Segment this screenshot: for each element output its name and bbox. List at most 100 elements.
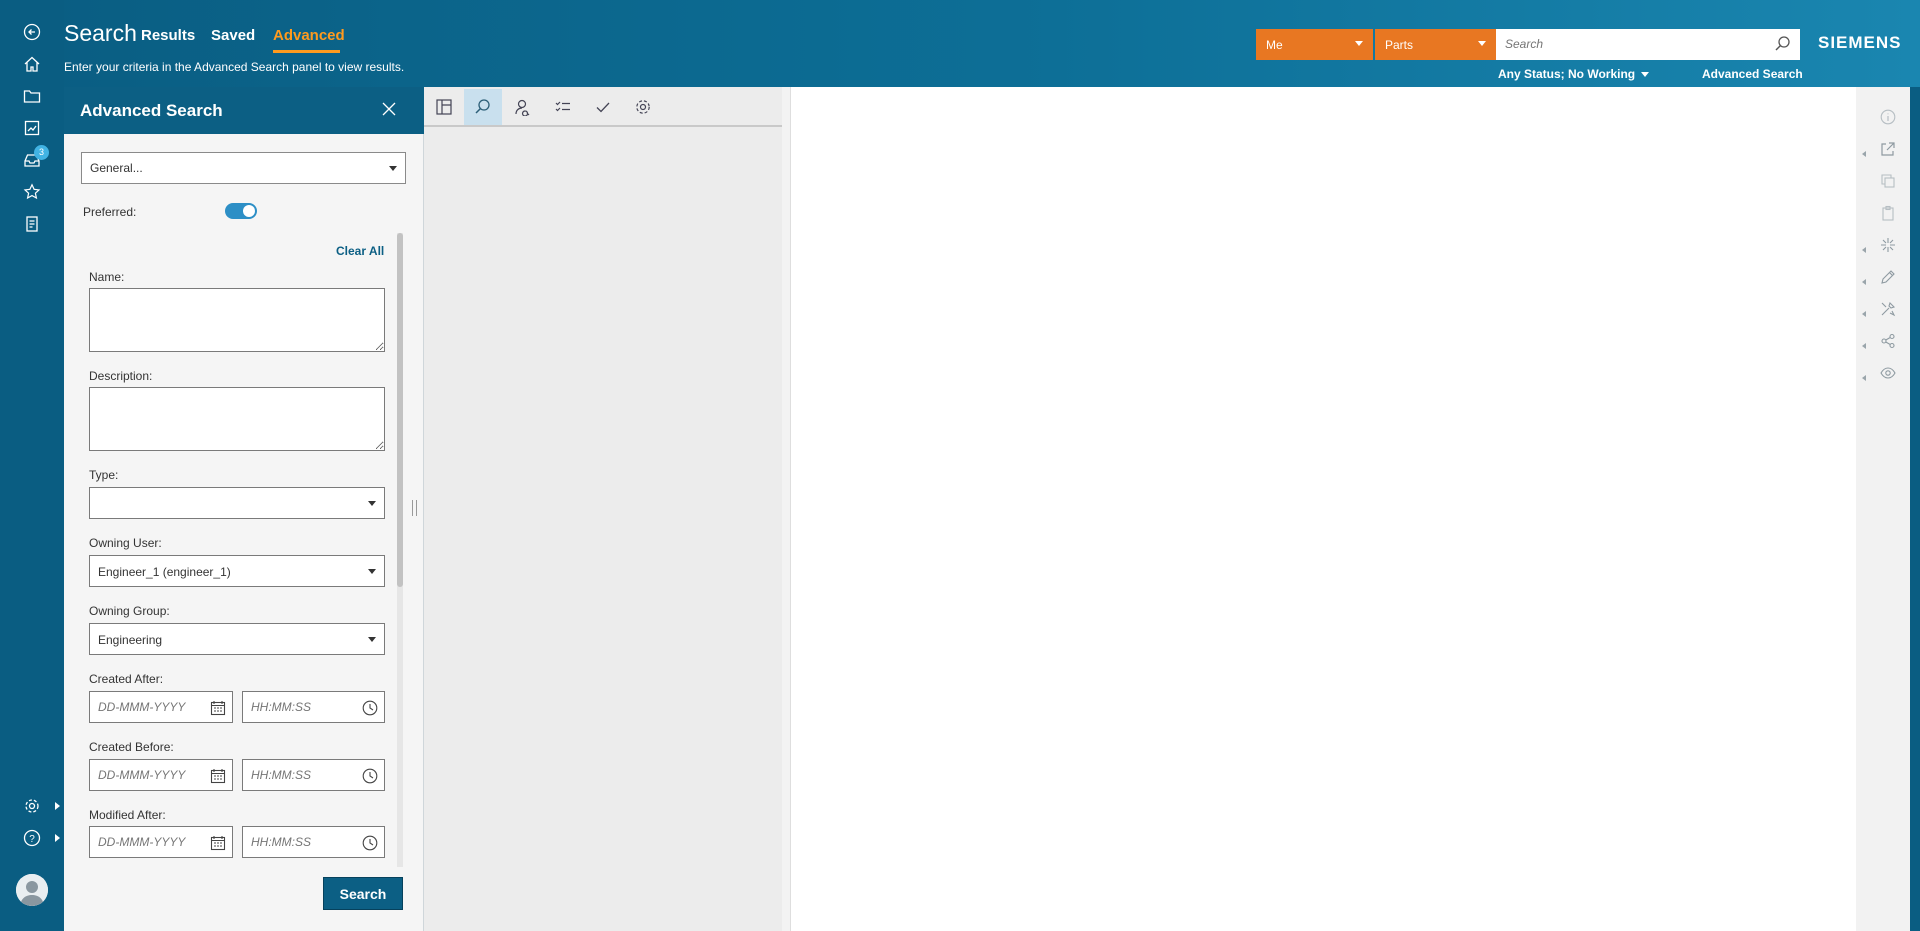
tab-saved[interactable]: Saved: [211, 27, 255, 44]
modified-after-time-input[interactable]: [243, 827, 353, 857]
owning-group-select[interactable]: Engineering: [89, 623, 385, 655]
share-icon[interactable]: [1876, 330, 1900, 352]
modified-after-label: Modified After:: [89, 808, 166, 822]
calendar-icon[interactable]: [210, 835, 226, 856]
created-before-date-input[interactable]: [90, 760, 200, 790]
description-label: Description:: [89, 369, 153, 383]
layout-icon[interactable]: [425, 89, 463, 125]
created-before-time-input[interactable]: [243, 760, 353, 790]
panel-scrollbar[interactable]: [397, 233, 403, 867]
copy-icon[interactable]: [1876, 170, 1900, 192]
results-pane: [424, 87, 782, 931]
expand-arrow-icon[interactable]: [1862, 375, 1866, 381]
search-icon[interactable]: [1774, 35, 1792, 58]
advanced-search-link[interactable]: Advanced Search: [1702, 67, 1803, 81]
expand-arrow-icon[interactable]: [55, 834, 60, 842]
description-field[interactable]: [89, 387, 385, 451]
global-search-box[interactable]: [1496, 29, 1800, 60]
panel-title: Advanced Search: [80, 101, 223, 120]
owning-group-label: Owning Group:: [89, 604, 170, 618]
person-search-icon[interactable]: [504, 89, 542, 125]
created-after-time[interactable]: [242, 691, 385, 723]
chevron-down-icon: [1355, 41, 1363, 46]
checklist-icon[interactable]: [544, 89, 582, 125]
history-icon[interactable]: [20, 212, 44, 236]
modified-after-time[interactable]: [242, 826, 385, 858]
name-label: Name:: [89, 270, 125, 284]
expand-arrow-icon[interactable]: [55, 802, 60, 810]
panel-resize-handle[interactable]: [412, 500, 417, 516]
created-before-label: Created Before:: [89, 740, 174, 754]
chevron-down-icon: [1478, 41, 1486, 46]
folder-icon[interactable]: [20, 84, 44, 108]
search-icon[interactable]: [464, 89, 502, 125]
info-icon[interactable]: [1876, 106, 1900, 128]
created-after-date-input[interactable]: [90, 692, 200, 722]
type-select[interactable]: [89, 487, 385, 519]
expand-arrow-icon[interactable]: [1862, 279, 1866, 285]
criteria-form: Clear All Name: Description: Type: Ownin…: [81, 233, 391, 867]
clock-icon[interactable]: [362, 700, 378, 721]
pane-divider: [782, 87, 791, 931]
edit-icon[interactable]: [1876, 266, 1900, 288]
right-edge-strip: [1910, 87, 1920, 931]
sparkle-icon[interactable]: [1876, 234, 1900, 256]
status-filter-label: Any Status; No Working: [1498, 67, 1636, 81]
chevron-down-icon: [368, 569, 376, 574]
calendar-icon[interactable]: [210, 700, 226, 721]
created-before-date[interactable]: [89, 759, 233, 791]
created-after-label: Created After:: [89, 672, 164, 686]
page-title: Search: [64, 20, 137, 46]
preferred-label: Preferred:: [83, 205, 137, 219]
owning-user-select[interactable]: Engineer_1 (engineer_1): [89, 555, 385, 587]
created-before-time[interactable]: [242, 759, 385, 791]
home-icon[interactable]: [20, 52, 44, 76]
expand-arrow-icon[interactable]: [1862, 247, 1866, 253]
favorites-icon[interactable]: [20, 180, 44, 204]
share-out-icon[interactable]: [1876, 138, 1900, 160]
modified-after-date[interactable]: [89, 826, 233, 858]
calendar-icon[interactable]: [210, 768, 226, 789]
type-label: Type:: [89, 468, 119, 482]
expand-arrow-icon[interactable]: [1862, 151, 1866, 157]
expand-arrow-icon[interactable]: [1862, 343, 1866, 349]
chevron-down-icon: [368, 637, 376, 642]
settings-icon[interactable]: [20, 794, 44, 818]
created-after-time-input[interactable]: [243, 692, 353, 722]
type-context-value: Parts: [1385, 38, 1414, 52]
tools-icon[interactable]: [1876, 298, 1900, 320]
user-context-select[interactable]: Me: [1256, 29, 1373, 60]
search-toolbar: [424, 87, 782, 127]
paste-icon[interactable]: [1876, 202, 1900, 224]
modified-after-date-input[interactable]: [90, 827, 200, 857]
eye-icon[interactable]: [1876, 362, 1900, 384]
gear-icon[interactable]: [624, 89, 662, 125]
type-context-select[interactable]: Parts: [1375, 29, 1496, 60]
created-after-date[interactable]: [89, 691, 233, 723]
tab-results[interactable]: Results: [141, 27, 195, 44]
clock-icon[interactable]: [362, 835, 378, 856]
clear-all-link[interactable]: Clear All: [336, 244, 384, 258]
toggle-knob: [243, 205, 255, 217]
tab-advanced[interactable]: Advanced: [273, 27, 345, 44]
changes-icon[interactable]: [20, 116, 44, 140]
preferred-toggle[interactable]: [225, 203, 257, 219]
owning-user-label: Owning User:: [89, 536, 162, 550]
global-search-input[interactable]: [1496, 29, 1756, 58]
chevron-down-icon: [368, 501, 376, 506]
help-icon[interactable]: ?: [20, 826, 44, 850]
expand-arrow-icon[interactable]: [1862, 311, 1866, 317]
back-icon[interactable]: [20, 20, 44, 44]
search-button[interactable]: Search: [323, 877, 403, 910]
clock-icon[interactable]: [362, 768, 378, 789]
check-icon[interactable]: [584, 89, 622, 125]
chevron-down-icon: [389, 166, 397, 171]
chevron-down-icon: [1641, 72, 1650, 78]
name-field[interactable]: [89, 288, 385, 352]
status-filter[interactable]: Any Status; No Working: [1498, 67, 1650, 81]
scrollbar-thumb[interactable]: [397, 233, 403, 587]
search-template-select[interactable]: General...: [81, 152, 406, 184]
close-icon[interactable]: [382, 102, 396, 121]
avatar[interactable]: [16, 874, 48, 906]
left-rail: 3 ?: [0, 0, 64, 931]
